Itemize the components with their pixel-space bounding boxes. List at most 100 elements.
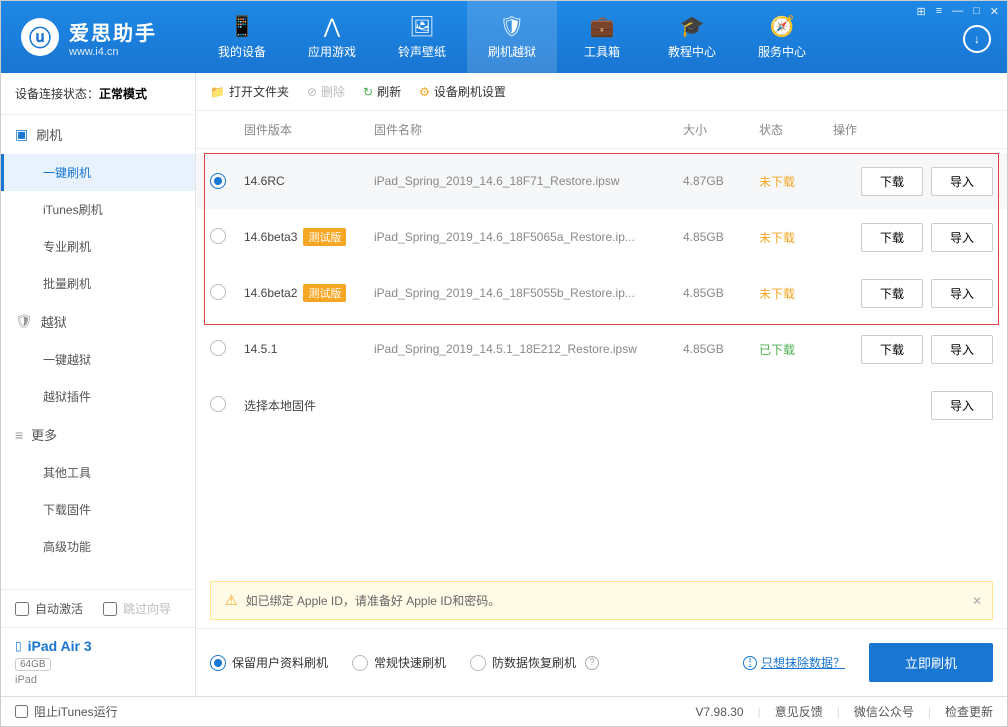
beta-badge: 测试版 [303,228,346,246]
sidebar-group[interactable]: ▣刷机 [1,115,195,154]
help-icon[interactable]: ? [585,656,599,670]
skip-guide-checkbox[interactable] [103,602,117,616]
anti-recovery-radio[interactable]: 防数据恢复刷机? [470,654,599,671]
download-button[interactable]: 下载 [861,279,923,308]
device-type: iPad [15,674,181,686]
wechat-link[interactable]: 微信公众号 [854,703,914,720]
row-radio[interactable] [210,396,226,412]
sidebar-group[interactable]: 🛡越狱 [1,302,195,341]
download-button[interactable]: 下载 [861,223,923,252]
import-button[interactable]: 导入 [931,279,993,308]
nav-tabs: 📱我的设备⋀应用游戏🖼铃声壁纸🛡刷机越狱💼工具箱🎓教程中心🧭服务中心 [197,1,827,73]
minimize-icon[interactable]: — [952,5,963,18]
sidebar-item[interactable]: 一键刷机 [1,154,195,191]
normal-flash-radio[interactable]: 常规快速刷机 [352,654,446,671]
col-status: 状态 [759,121,833,138]
firmware-name: iPad_Spring_2019_14.6_18F5055b_Restore.i… [374,286,683,300]
folder-icon: 📁 [210,85,225,99]
nav-tab-1[interactable]: ⋀应用游戏 [287,1,377,73]
firmware-name: iPad_Spring_2019_14.5.1_18E212_Restore.i… [374,342,683,356]
nav-tab-6[interactable]: 🧭服务中心 [737,1,827,73]
sidebar-item[interactable]: 高级功能 [1,528,195,565]
firmware-status: 已下载 [759,341,833,358]
firmware-version: 14.5.1 [244,342,277,356]
nav-icon: ⋀ [324,14,340,39]
brand-site: www.i4.cn [69,46,157,58]
sidebar-item[interactable]: 批量刷机 [1,265,195,302]
firmware-version: 14.6RC [244,174,285,188]
sidebar-group[interactable]: ≡更多 [1,415,195,454]
nav-tab-4[interactable]: 💼工具箱 [557,1,647,73]
keep-data-radio[interactable]: 保留用户资料刷机 [210,654,328,671]
flash-button[interactable]: 立即刷机 [869,643,993,682]
notice-text: 如已绑定 Apple ID，请准备好 Apple ID和密码。 [246,592,501,609]
device-icon: ▯ [15,639,22,653]
main-panel: 📁打开文件夹 ⊘删除 ↻刷新 ⚙设备刷机设置 固件版本 固件名称 大小 状态 操… [196,73,1007,696]
gear-icon: ⚙ [419,85,430,99]
device-settings-button[interactable]: ⚙设备刷机设置 [419,83,506,100]
firmware-size: 4.85GB [683,342,759,356]
import-button[interactable]: 导入 [931,167,993,196]
firmware-name: iPad_Spring_2019_14.6_18F5065a_Restore.i… [374,230,683,244]
sidebar: 设备连接状态：正常模式 ▣刷机一键刷机iTunes刷机专业刷机批量刷机🛡越狱一键… [1,73,196,696]
feedback-link[interactable]: 意见反馈 [775,703,823,720]
sidebar-item[interactable]: iTunes刷机 [1,191,195,228]
footer: 阻止iTunes运行 V7.98.30 | 意见反馈 | 微信公众号 | 检查更… [1,696,1007,726]
info-icon: ! [743,656,757,670]
import-button[interactable]: 导入 [931,335,993,364]
firmware-size: 4.85GB [683,230,759,244]
nav-tab-3[interactable]: 🛡刷机越狱 [467,1,557,73]
nav-icon: 💼 [590,14,615,39]
col-size: 大小 [683,121,759,138]
table-row[interactable]: 14.6beta2测试版 iPad_Spring_2019_14.6_18F50… [196,265,1007,321]
row-radio[interactable] [210,284,226,300]
device-name[interactable]: iPad Air 3 [28,638,92,654]
maximize-icon[interactable]: □ [973,5,980,18]
row-radio[interactable] [210,228,226,244]
list-icon[interactable]: ≡ [936,5,942,18]
check-update-link[interactable]: 检查更新 [945,703,993,720]
refresh-button[interactable]: ↻刷新 [363,83,401,100]
sidebar-list: ▣刷机一键刷机iTunes刷机专业刷机批量刷机🛡越狱一键越狱越狱插件≡更多其他工… [1,115,195,589]
sidebar-item[interactable]: 越狱插件 [1,378,195,415]
row-radio[interactable] [210,340,226,356]
download-button[interactable]: 下载 [861,167,923,196]
download-indicator-icon[interactable]: ↓ [963,25,991,53]
download-button[interactable]: 下载 [861,335,923,364]
auto-activate-checkbox[interactable] [15,602,29,616]
firmware-status: 未下载 [759,229,833,246]
warning-icon: ⚠ [225,592,238,609]
sidebar-item[interactable]: 其他工具 [1,454,195,491]
import-button[interactable]: 导入 [931,391,993,420]
nav-tab-2[interactable]: 🖼铃声壁纸 [377,1,467,73]
flash-options: 保留用户资料刷机 常规快速刷机 防数据恢复刷机? !只想抹除数据？ 立即刷机 [196,628,1007,696]
auto-activate-check[interactable]: 自动激活 跳过向导 [1,590,195,627]
table-row[interactable]: 选择本地固件 导入 [196,377,1007,433]
import-button[interactable]: 导入 [931,223,993,252]
nav-tab-0[interactable]: 📱我的设备 [197,1,287,73]
table-row[interactable]: 14.6beta3测试版 iPad_Spring_2019_14.6_18F50… [196,209,1007,265]
row-radio[interactable] [210,173,226,189]
close-icon[interactable]: ✕ [990,5,999,18]
open-folder-button[interactable]: 📁打开文件夹 [210,83,289,100]
block-itunes-check[interactable]: 阻止iTunes运行 [15,703,118,720]
table-header: 固件版本 固件名称 大小 状态 操作 [196,111,1007,149]
firmware-version: 14.6beta2 [244,286,297,300]
nav-icon: 🎓 [680,14,705,39]
refresh-icon: ↻ [363,85,373,99]
sidebar-item[interactable]: 下载固件 [1,491,195,528]
toolbar: 📁打开文件夹 ⊘删除 ↻刷新 ⚙设备刷机设置 [196,73,1007,111]
app-header: ⊞ ≡ — □ ✕ ⓤ 爱思助手 www.i4.cn 📱我的设备⋀应用游戏🖼铃声… [1,1,1007,73]
sidebar-item[interactable]: 一键越狱 [1,341,195,378]
col-action: 操作 [833,121,993,138]
delete-button[interactable]: ⊘删除 [307,83,345,100]
table-row[interactable]: 14.5.1 iPad_Spring_2019_14.5.1_18E212_Re… [196,321,1007,377]
menu-icon[interactable]: ⊞ [916,5,925,18]
table-row[interactable]: 14.6RC iPad_Spring_2019_14.6_18F71_Resto… [196,153,1007,209]
group-icon: ▣ [15,126,28,143]
nav-tab-5[interactable]: 🎓教程中心 [647,1,737,73]
erase-data-link[interactable]: !只想抹除数据？ [740,654,845,671]
sidebar-item[interactable]: 专业刷机 [1,228,195,265]
notice-close-icon[interactable]: ✕ [972,594,982,608]
version-label: V7.98.30 [696,705,744,719]
